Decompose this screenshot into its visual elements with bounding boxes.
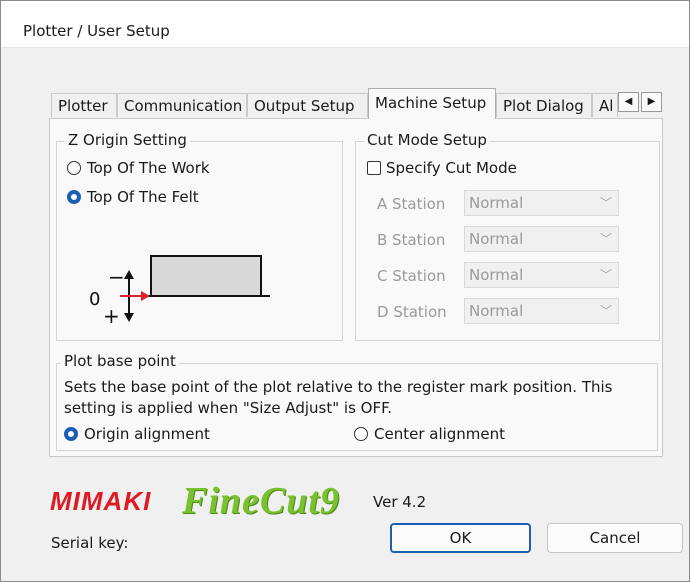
radio-top-of-work[interactable]: Top Of The Work [67, 159, 210, 177]
station-d-label: D Station [377, 303, 447, 321]
radio-center-alignment[interactable]: Center alignment [354, 425, 505, 443]
station-a-value: Normal [469, 194, 524, 212]
window-title: Plotter / User Setup [23, 22, 170, 40]
station-d-value: Normal [469, 302, 524, 320]
chevron-down-icon: ﹀ [599, 268, 612, 282]
radio-top-of-felt-indicator [67, 190, 81, 204]
z-up-arrow-icon [124, 270, 134, 279]
station-b-label: B Station [377, 231, 446, 249]
ok-button[interactable]: OK [390, 523, 531, 553]
title-bar: Plotter / User Setup [1, 1, 689, 48]
tab-machine-setup[interactable]: Machine Setup [368, 88, 496, 119]
radio-origin-alignment[interactable]: Origin alignment [64, 425, 210, 443]
chevron-down-icon: ﹀ [599, 196, 612, 210]
z-zero-label: 0 [89, 289, 100, 310]
chevron-down-icon: ﹀ [599, 304, 612, 318]
setup-dialog: Plotter / User Setup Plotter Communicati… [0, 0, 690, 582]
z-origin-title: Z Origin Setting [65, 131, 190, 149]
radio-top-of-felt-label: Top Of The Felt [87, 188, 199, 206]
z-plus-label: + [103, 304, 120, 328]
station-c-label: C Station [377, 267, 446, 285]
tab-strip: Plotter Communication Output Setup Machi… [49, 88, 669, 119]
tab-scroll-buttons: ◀ ▶ [618, 92, 664, 112]
radio-top-of-felt[interactable]: Top Of The Felt [67, 188, 199, 206]
radio-top-of-work-indicator [67, 161, 81, 175]
cut-mode-group: Cut Mode Setup Specify Cut Mode A Statio… [355, 131, 660, 341]
tab-communication[interactable]: Communication [117, 93, 247, 117]
mimaki-logo: MIMAKI [50, 486, 152, 516]
station-a-select[interactable]: Normal ﹀ [464, 190, 619, 216]
station-b-select[interactable]: Normal ﹀ [464, 226, 619, 252]
cancel-button[interactable]: Cancel [547, 523, 683, 553]
work-block-shape [150, 255, 262, 297]
tab-plot-dialog[interactable]: Plot Dialog [496, 93, 592, 117]
station-a-label: A Station [377, 195, 446, 213]
radio-center-alignment-label: Center alignment [374, 425, 506, 443]
z-origin-diagram: − 0 + [89, 255, 270, 328]
origin-pointer-arrow-icon [141, 291, 150, 301]
station-d-select[interactable]: Normal ﹀ [464, 298, 619, 324]
specify-cut-mode-box [367, 161, 381, 175]
specify-cut-mode-label: Specify Cut Mode [386, 159, 517, 177]
plot-base-title: Plot base point [61, 352, 179, 370]
radio-origin-alignment-indicator [64, 427, 78, 441]
specify-cut-mode-checkbox[interactable]: Specify Cut Mode [367, 159, 517, 177]
version-label: Ver 4.2 [373, 493, 427, 511]
tab-plotter[interactable]: Plotter [51, 93, 117, 117]
tab-output-setup[interactable]: Output Setup [247, 93, 368, 117]
serial-key-label: Serial key: [51, 534, 129, 552]
plot-base-description: Sets the base point of the plot relative… [64, 378, 613, 417]
tab-scroll-left-icon[interactable]: ◀ [618, 92, 639, 112]
finecut-logo: FineCut9 [182, 480, 340, 522]
station-c-value: Normal [469, 266, 524, 284]
z-minus-label: − [108, 265, 125, 289]
cut-mode-title: Cut Mode Setup [364, 131, 490, 149]
tab-scroll-right-icon[interactable]: ▶ [641, 92, 662, 112]
z-origin-group: Z Origin Setting Top Of The Work Top Of … [56, 131, 343, 341]
station-b-value: Normal [469, 230, 524, 248]
radio-top-of-work-label: Top Of The Work [87, 159, 210, 177]
radio-center-alignment-indicator [354, 427, 368, 441]
z-down-arrow-icon [124, 313, 134, 322]
station-c-select[interactable]: Normal ﹀ [464, 262, 619, 288]
chevron-down-icon: ﹀ [599, 232, 612, 246]
tab-al[interactable]: Al [592, 93, 618, 117]
machine-setup-panel: Z Origin Setting Top Of The Work Top Of … [49, 118, 663, 457]
radio-origin-alignment-label: Origin alignment [84, 425, 210, 443]
